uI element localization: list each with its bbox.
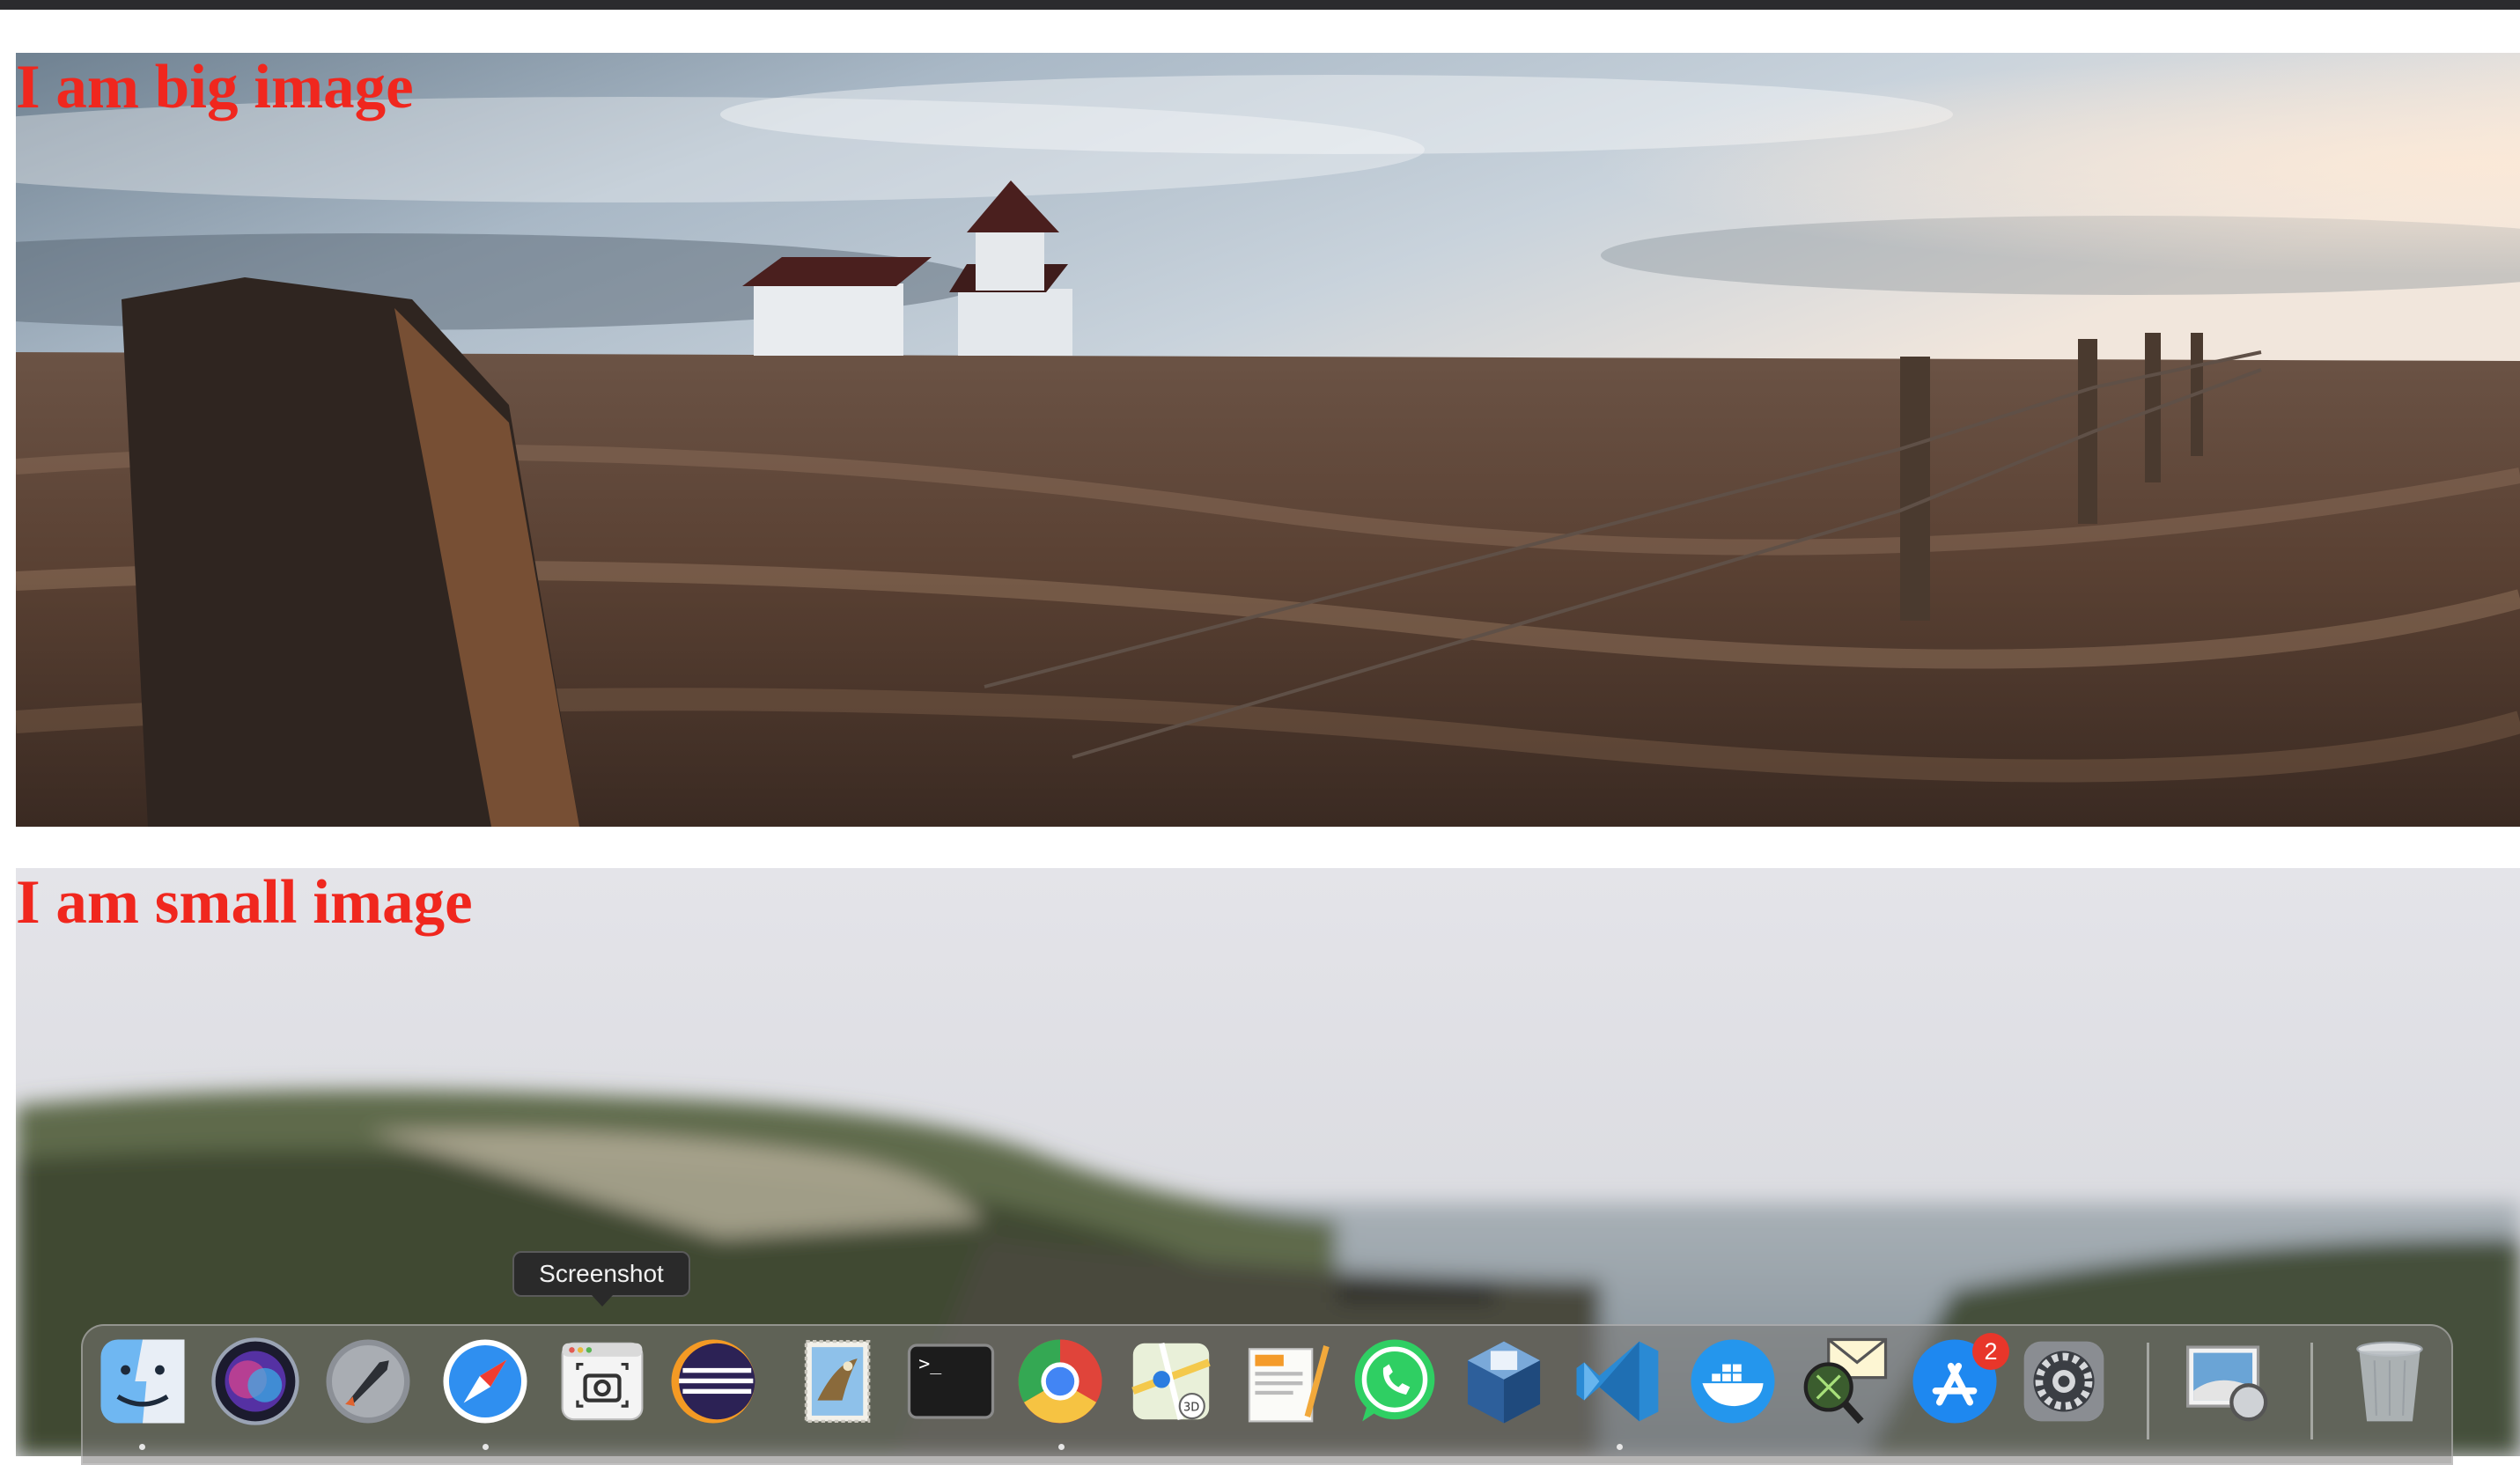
finder-icon[interactable] [95,1334,190,1429]
safari-icon[interactable] [438,1334,533,1429]
pages-icon[interactable] [1238,1334,1333,1429]
docker-icon[interactable] [1685,1334,1780,1429]
preview-icon[interactable] [2180,1334,2275,1429]
dock-divider-2 [2310,1343,2313,1439]
terminal-icon[interactable]: >_ [903,1334,998,1429]
svg-text:3D: 3D [1183,1401,1199,1414]
screenshot-icon[interactable] [555,1334,650,1429]
big-image: I am big image [16,53,2520,827]
whatsapp-icon[interactable] [1347,1334,1442,1429]
mail-search-icon[interactable] [1796,1334,1891,1429]
svg-text:>_: >_ [918,1353,941,1375]
dock-tooltip: Screenshot [512,1251,690,1297]
app-store-badge: 2 [1972,1333,2009,1370]
big-landscape-photo [16,53,2520,827]
browser-top-bar [0,0,2520,10]
virtualbox-icon[interactable] [1456,1334,1551,1429]
trash-icon[interactable] [2342,1334,2437,1429]
small-image-caption: I am small image [16,868,473,937]
big-image-caption: I am big image [16,53,414,121]
system-preferences-icon[interactable] [2016,1334,2111,1429]
launchpad-icon[interactable] [321,1334,416,1429]
eclipse-icon[interactable] [666,1334,761,1429]
siri-icon[interactable] [208,1334,303,1429]
vscode-icon[interactable] [1571,1334,1666,1429]
maps-icon[interactable]: 3D [1124,1334,1219,1429]
tooltip-arrow [592,1295,613,1307]
dock-divider [2147,1343,2149,1439]
chrome-icon[interactable] [1013,1334,1108,1429]
mail-stamp-icon[interactable] [789,1334,884,1429]
